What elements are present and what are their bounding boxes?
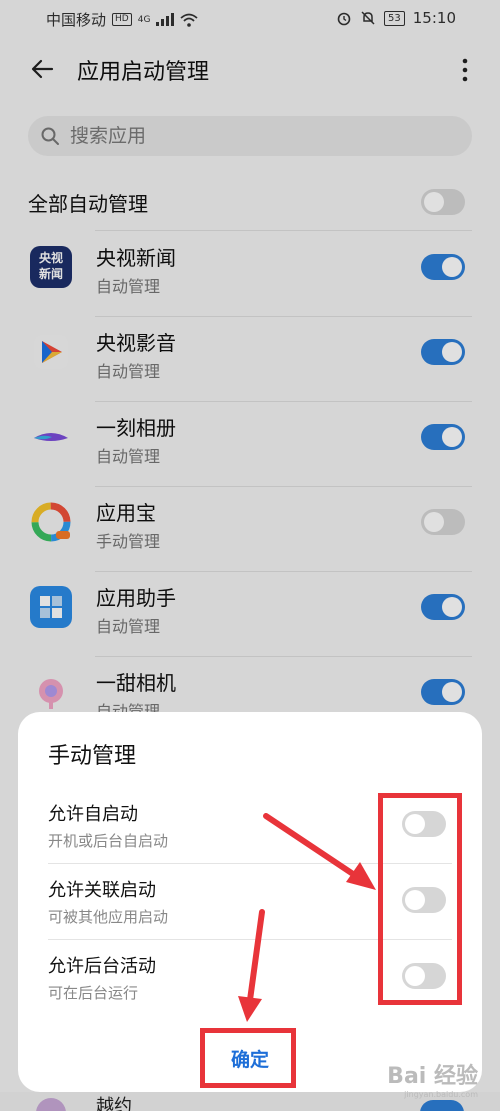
watermark: Bai 经验 jingyan.baidu.com [387, 1058, 478, 1099]
annotation-toggles-box [378, 793, 462, 1005]
screen: 中国移动 HD 4G 53 15:10 应用启动管理 搜索应用 全部自动管理 央… [0, 0, 500, 1111]
annotation-confirm-box [200, 1028, 296, 1088]
option-desc: 可在后台运行 [48, 984, 139, 1002]
watermark-text: Bai 经验 [387, 1064, 478, 1089]
option-desc: 开机或后台自启动 [48, 832, 169, 850]
option-desc: 可被其他应用启动 [48, 908, 169, 926]
option-name: 允许自启动 [48, 804, 138, 825]
watermark-sub: jingyan.baidu.com [404, 1090, 478, 1099]
option-name: 允许关联启动 [48, 880, 156, 901]
dialog-title: 手动管理 [48, 744, 137, 769]
option-name: 允许后台活动 [48, 956, 156, 977]
